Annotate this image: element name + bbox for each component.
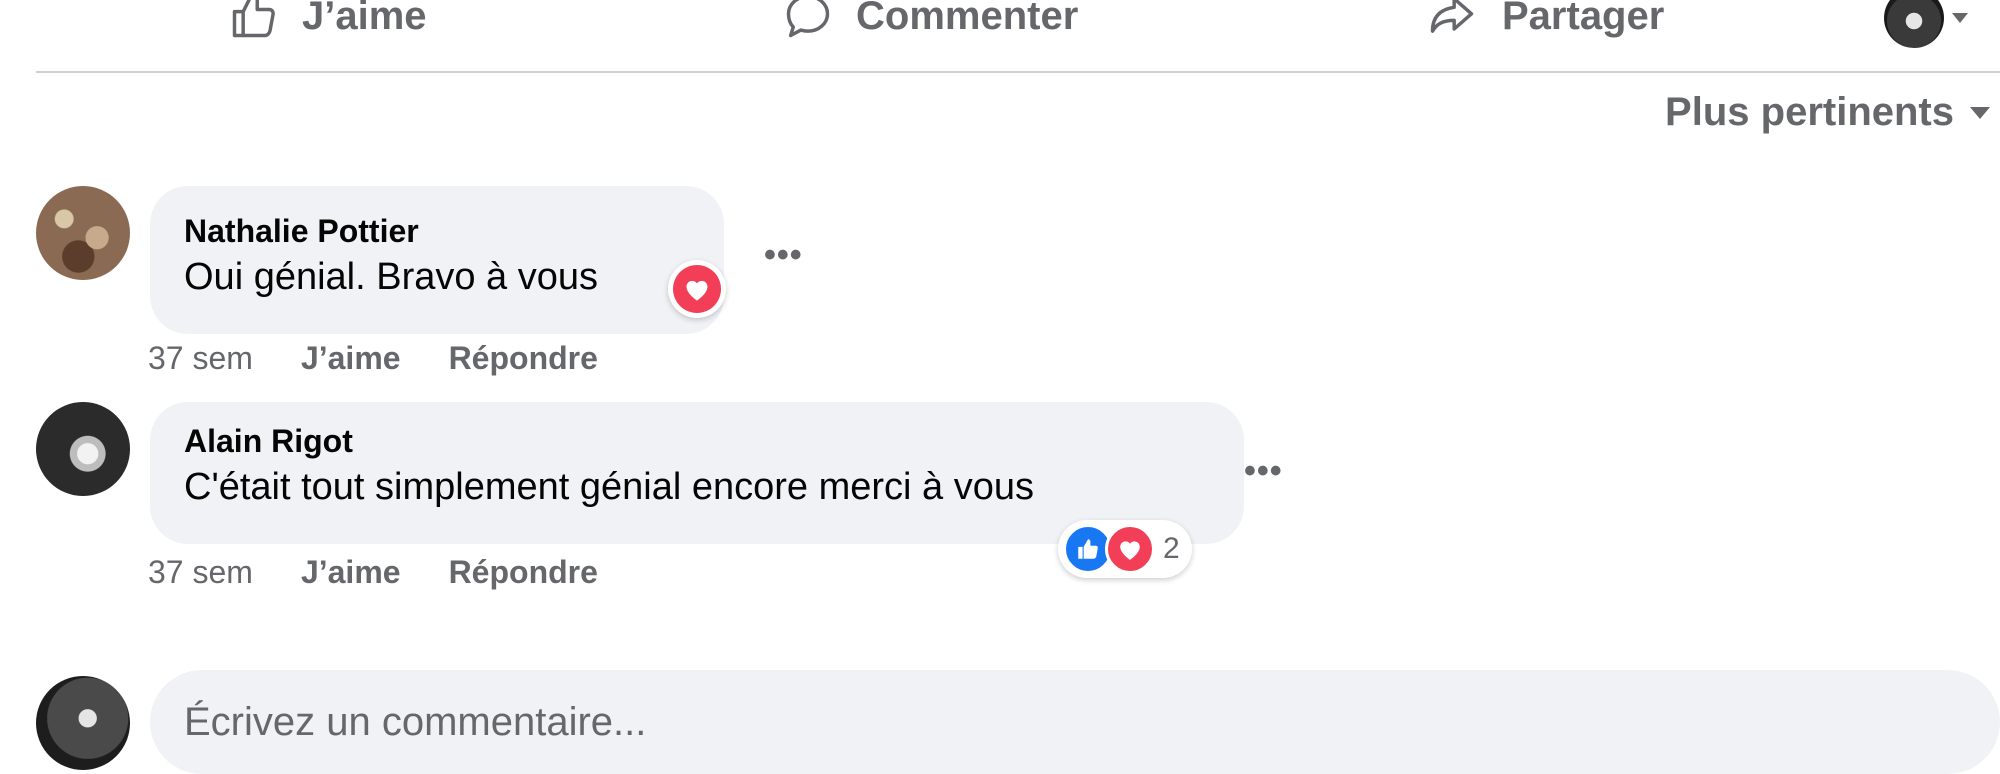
current-user-avatar: [36, 676, 130, 770]
more-options-icon[interactable]: •••: [1244, 452, 1283, 491]
actions-divider: [36, 71, 2000, 73]
comment-text: C'était tout simplement génial encore me…: [184, 466, 1034, 508]
comment-reply-link[interactable]: Répondre: [449, 340, 598, 377]
comment-like-link[interactable]: J’aime: [301, 340, 401, 377]
comment-button[interactable]: Commenter: [782, 0, 1079, 38]
share-button[interactable]: Partager: [1424, 0, 1665, 38]
reaction-badge[interactable]: [668, 260, 726, 318]
thumbs-up-icon: [232, 0, 275, 38]
sort-label: Plus pertinents: [1665, 90, 1954, 134]
comment-button-label: Commenter: [856, 0, 1079, 38]
reaction-icons: [1063, 524, 1155, 574]
share-arrow-icon: [1430, 0, 1474, 33]
avatar[interactable]: [36, 402, 130, 496]
comment-author[interactable]: Alain Rigot: [184, 422, 1210, 460]
post-actions-bar: J’aime Commenter Partager: [0, 0, 2000, 72]
more-options-icon[interactable]: •••: [764, 236, 803, 275]
sort-dropdown[interactable]: Plus pertinents: [1665, 90, 1990, 135]
comment-text: Oui génial. Bravo à vous: [184, 256, 599, 298]
comment-author[interactable]: Nathalie Pottier: [184, 212, 690, 250]
love-reaction-icon: [673, 265, 721, 313]
reaction-summary[interactable]: 2: [1058, 520, 1192, 578]
comment-input[interactable]: [150, 670, 2000, 774]
like-button-label: J’aime: [302, 0, 427, 38]
like-button[interactable]: J’aime: [228, 0, 427, 38]
love-reaction-icon: [1105, 524, 1155, 574]
comment-reply-link[interactable]: Répondre: [449, 554, 598, 591]
comment-bubble: Nathalie Pottier Oui génial. Bravo à vou…: [150, 186, 724, 334]
comment-timestamp[interactable]: 37 sem: [148, 340, 253, 377]
comment-meta: 37 sem J’aime Répondre: [148, 340, 598, 377]
reaction-count: 2: [1163, 532, 1180, 565]
caret-down-icon: [1952, 13, 1968, 23]
comment-timestamp[interactable]: 37 sem: [148, 554, 253, 591]
speech-bubble-icon: [786, 0, 830, 38]
profile-switcher[interactable]: [1884, 0, 1968, 48]
comment-like-link[interactable]: J’aime: [301, 554, 401, 591]
caret-down-icon: [1970, 106, 1990, 119]
avatar[interactable]: [36, 186, 130, 280]
profile-avatar: [1884, 0, 1944, 48]
comment-meta: 37 sem J’aime Répondre: [148, 554, 598, 591]
share-button-label: Partager: [1502, 0, 1665, 38]
